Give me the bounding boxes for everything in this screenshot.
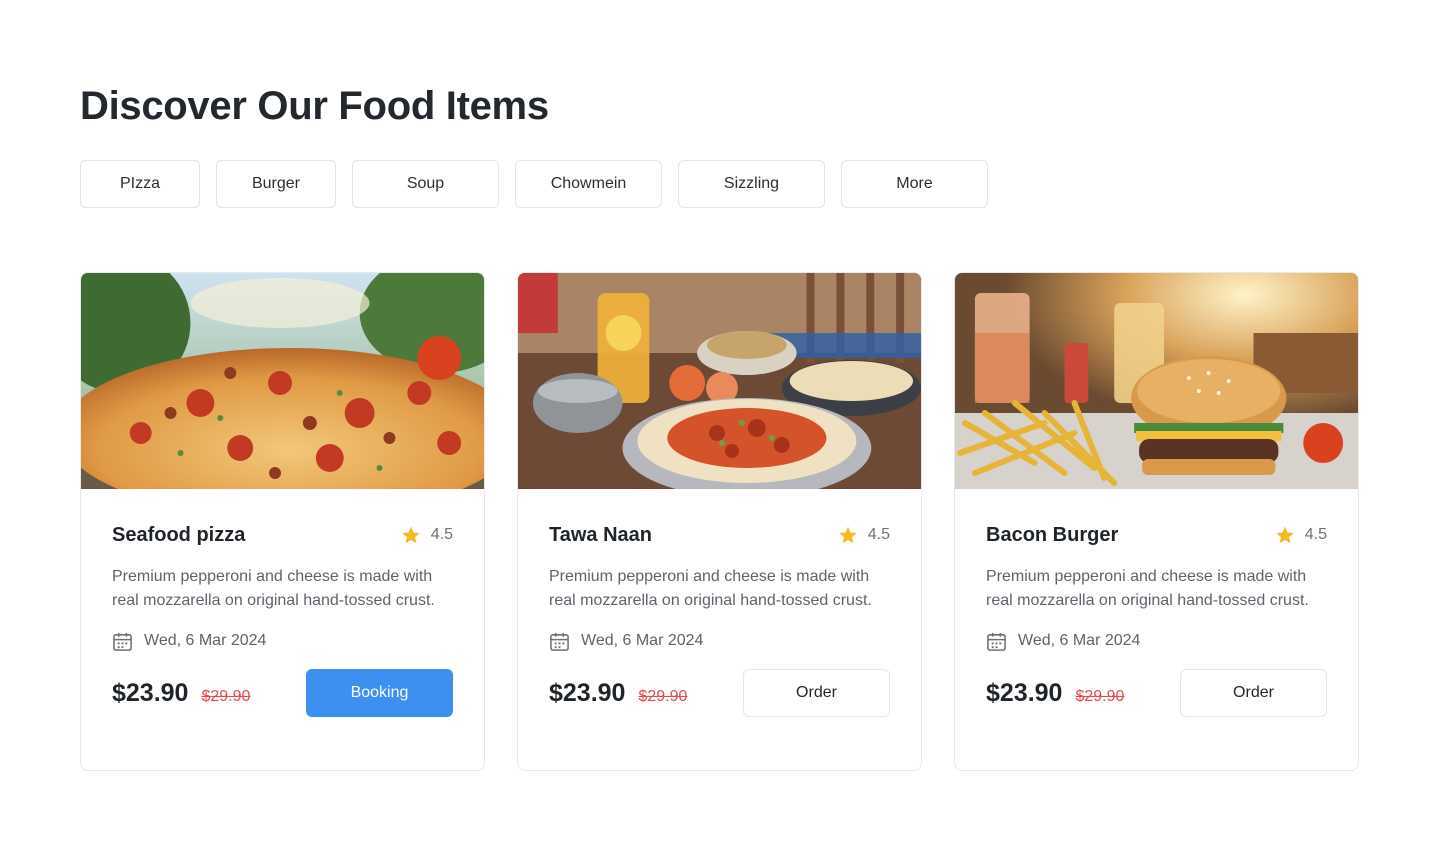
food-card[interactable]: Seafood pizza 4.5 Premium pepperoni and … [80,272,485,771]
star-icon [401,525,421,545]
food-image-pizza [81,273,484,489]
category-filters: PIzza Burger Soup Chowmein Sizzling More [80,160,988,208]
filter-chip-burger[interactable]: Burger [216,160,336,208]
star-icon [1275,525,1295,545]
food-title: Bacon Burger [986,523,1119,546]
food-description: Premium pepperoni and cheese is made wit… [986,568,1309,609]
filter-chip-soup[interactable]: Soup [352,160,499,208]
price: $23.90 [549,678,626,707]
rating-value: 4.5 [430,526,453,543]
price: $23.90 [112,678,189,707]
page: Discover Our Food Items PIzza Burger Sou… [0,0,1440,852]
calendar-icon [112,631,133,652]
food-card[interactable]: Bacon Burger 4.5 Premium pepperoni and c… [954,272,1359,771]
date-row: Wed, 6 Mar 2024 [986,629,1327,653]
order-button[interactable]: Order [743,669,890,717]
date-row: Wed, 6 Mar 2024 [549,629,890,653]
food-card[interactable]: Tawa Naan 4.5 Premium pepperoni and chee… [517,272,922,771]
food-title: Seafood pizza [112,523,246,546]
booking-button[interactable]: Booking [306,669,453,717]
food-image-naan [518,273,921,489]
rating: 4.5 [838,525,890,545]
date-row: Wed, 6 Mar 2024 [112,629,453,653]
filter-chip-more[interactable]: More [841,160,988,208]
order-button[interactable]: Order [1180,669,1327,717]
rating-value: 4.5 [1304,526,1327,543]
food-description: Premium pepperoni and cheese is made wit… [549,568,872,609]
food-date: Wed, 6 Mar 2024 [144,632,267,649]
filter-chip-pizza[interactable]: PIzza [80,160,200,208]
filter-chip-sizzling[interactable]: Sizzling [678,160,825,208]
star-icon [838,525,858,545]
food-title: Tawa Naan [549,523,652,546]
rating: 4.5 [1275,525,1327,545]
food-description: Premium pepperoni and cheese is made wit… [112,568,435,609]
old-price: $29.90 [201,687,251,705]
old-price: $29.90 [1075,687,1125,705]
rating-value: 4.5 [867,526,890,543]
filter-chip-chowmein[interactable]: Chowmein [515,160,662,208]
old-price: $29.90 [638,687,688,705]
price: $23.90 [986,678,1063,707]
calendar-icon [549,631,570,652]
rating: 4.5 [401,525,453,545]
calendar-icon [986,631,1007,652]
food-card-list: Seafood pizza 4.5 Premium pepperoni and … [80,272,1359,771]
food-date: Wed, 6 Mar 2024 [1018,632,1141,649]
page-title: Discover Our Food Items [80,84,549,128]
food-image-burger [955,273,1358,489]
food-date: Wed, 6 Mar 2024 [581,632,704,649]
